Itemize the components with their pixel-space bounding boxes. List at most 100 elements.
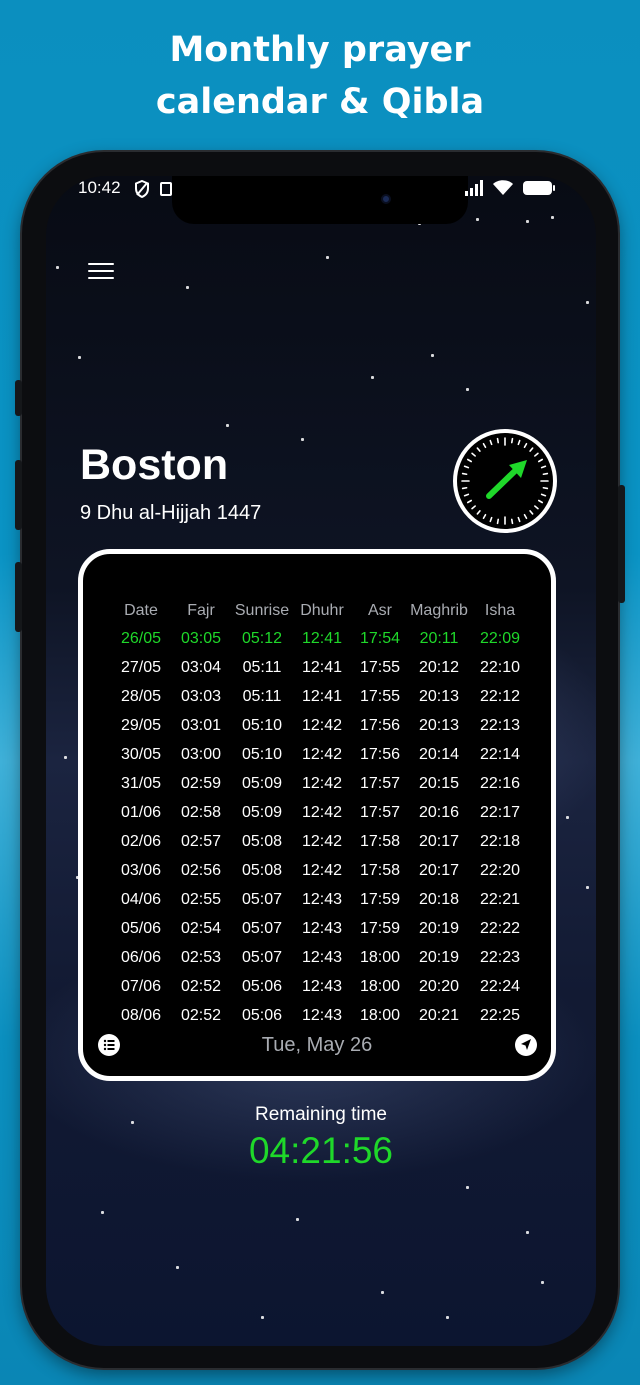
cell-isha: 22:09: [479, 629, 521, 647]
cell-fajr: 02:55: [180, 890, 222, 908]
cell-isha: 22:25: [479, 1006, 521, 1024]
star-dot: [381, 1291, 384, 1294]
cell-sunrise: 05:11: [242, 687, 282, 705]
table-row[interactable]: 05/06 02:54 05:07 12:43 17:59 20:19 22:22: [111, 914, 531, 943]
star-dot: [541, 1281, 544, 1284]
cell-maghrib: 20:18: [418, 890, 460, 908]
table-row[interactable]: 31/05 02:59 05:09 12:42 17:57 20:15 22:16: [111, 769, 531, 798]
cell-isha: 22:24: [479, 977, 521, 995]
compass-tick: [537, 499, 544, 504]
cell-dhuhr: 12:43: [301, 948, 343, 966]
table-row-today[interactable]: 26/05 03:05 05:12 12:41 17:54 20:11 22:09: [111, 624, 531, 653]
header-fajr: Fajr: [187, 602, 215, 619]
phone-volume-up-button: [15, 460, 22, 530]
cell-date: 02/06: [120, 832, 162, 850]
cell-asr: 17:54: [359, 629, 401, 647]
header-maghrib: Maghrib: [410, 602, 468, 619]
compass-tick: [510, 437, 514, 444]
cell-date: 06/06: [120, 948, 162, 966]
star-dot: [78, 356, 81, 359]
compass-tick: [489, 516, 493, 523]
promo-line-2: calendar & Qibla: [155, 82, 485, 122]
cell-maghrib: 20:17: [418, 832, 460, 850]
compass-tick: [466, 458, 473, 463]
compass-tick: [466, 499, 473, 504]
table-row[interactable]: 29/05 03:01 05:10 12:42 17:56 20:13 22:13: [111, 711, 531, 740]
cell-dhuhr: 12:43: [301, 890, 343, 908]
cell-maghrib: 20:19: [418, 919, 460, 937]
cell-dhuhr: 12:43: [301, 919, 343, 937]
cell-isha: 22:20: [479, 861, 521, 879]
cell-asr: 17:56: [359, 745, 401, 763]
city-name: Boston: [80, 441, 229, 489]
cell-dhuhr: 12:42: [301, 861, 343, 879]
menu-line: [88, 277, 114, 279]
screen-icon: [160, 182, 172, 196]
compass-tick: [537, 458, 544, 463]
cell-asr: 17:58: [359, 861, 401, 879]
compass-tick: [463, 493, 470, 497]
compass-tick: [463, 465, 470, 469]
navigation-arrow-icon: [521, 1039, 531, 1050]
cell-date: 01/06: [120, 803, 162, 821]
phone-volume-down-button: [15, 562, 22, 632]
table-row[interactable]: 01/06 02:58 05:09 12:42 17:57 20:16 22:17: [111, 798, 531, 827]
table-row[interactable]: 30/05 03:00 05:10 12:42 17:56 20:14 22:14: [111, 740, 531, 769]
cell-fajr: 02:57: [180, 832, 222, 850]
selected-date: Tue, May 26: [261, 1034, 373, 1056]
compass-tick: [529, 510, 534, 515]
cell-fajr: 02:52: [180, 977, 222, 995]
table-row[interactable]: 02/06 02:57 05:08 12:42 17:58 20:17 22:18: [111, 827, 531, 856]
compass-tick: [476, 447, 481, 452]
compass-tick: [542, 472, 549, 476]
star-dot: [301, 438, 304, 441]
compass-tick: [517, 516, 521, 523]
status-time: 10:42: [78, 178, 121, 197]
table-row[interactable]: 27/05 03:04 05:11 12:41 17:55 20:12 22:10: [111, 653, 531, 682]
app-screen: 10:42 Boston 9 Dhu al-Hijjah 1447 Date F…: [46, 176, 596, 1346]
table-row[interactable]: 06/06 02:53 05:07 12:43 18:00 20:19 22:23: [111, 943, 531, 972]
table-row[interactable]: 07/06 02:52 05:06 12:43 18:00 20:20 22:24: [111, 972, 531, 1001]
shield-icon: [135, 180, 149, 198]
cell-dhuhr: 12:42: [301, 832, 343, 850]
cell-date: 07/06: [120, 977, 162, 995]
cell-fajr: 03:01: [180, 716, 222, 734]
compass-tick: [496, 518, 500, 525]
table-row[interactable]: 04/06 02:55 05:07 12:43 17:59 20:18 22:21: [111, 885, 531, 914]
compass-tick: [496, 437, 500, 444]
header-dhuhr: Dhuhr: [300, 602, 344, 619]
remaining-time-value: 04:21:56: [248, 1130, 394, 1171]
menu-line: [88, 263, 114, 265]
cell-fajr: 03:05: [180, 629, 222, 647]
cell-maghrib: 20:20: [418, 977, 460, 995]
cell-maghrib: 20:12: [418, 658, 460, 676]
status-icons: [464, 180, 556, 196]
cell-maghrib: 20:15: [418, 774, 460, 792]
compass-tick: [510, 518, 514, 525]
cell-maghrib: 20:19: [418, 948, 460, 966]
cell-sunrise: 05:10: [241, 745, 283, 763]
compass-tick: [534, 452, 539, 457]
star-dot: [466, 388, 469, 391]
qibla-compass-button[interactable]: [453, 429, 557, 533]
cell-date: 28/05: [120, 687, 162, 705]
header-date: Date: [124, 602, 158, 619]
table-row[interactable]: 03/06 02:56 05:08 12:42 17:58 20:17 22:20: [111, 856, 531, 885]
table-row[interactable]: 28/05 03:03 05:11 12:41 17:55 20:13 22:12: [111, 682, 531, 711]
cell-sunrise: 05:06: [241, 977, 283, 995]
star-dot: [551, 216, 554, 219]
cell-date: 08/06: [120, 1006, 162, 1024]
hamburger-menu-icon[interactable]: [88, 263, 114, 283]
compass-tick: [534, 505, 539, 510]
cell-sunrise: 05:09: [241, 774, 283, 792]
cell-maghrib: 20:13: [418, 687, 460, 705]
cell-dhuhr: 12:41: [301, 687, 343, 705]
cell-dhuhr: 12:42: [301, 774, 343, 792]
location-button[interactable]: [515, 1034, 537, 1056]
cell-fajr: 02:53: [180, 948, 222, 966]
compass-tick: [523, 442, 528, 449]
battery-icon: [523, 181, 555, 195]
table-row[interactable]: 08/06 02:52 05:06 12:43 18:00 20:21 22:25: [111, 1001, 531, 1030]
star-dot: [586, 301, 589, 304]
cell-asr: 17:57: [359, 774, 401, 792]
